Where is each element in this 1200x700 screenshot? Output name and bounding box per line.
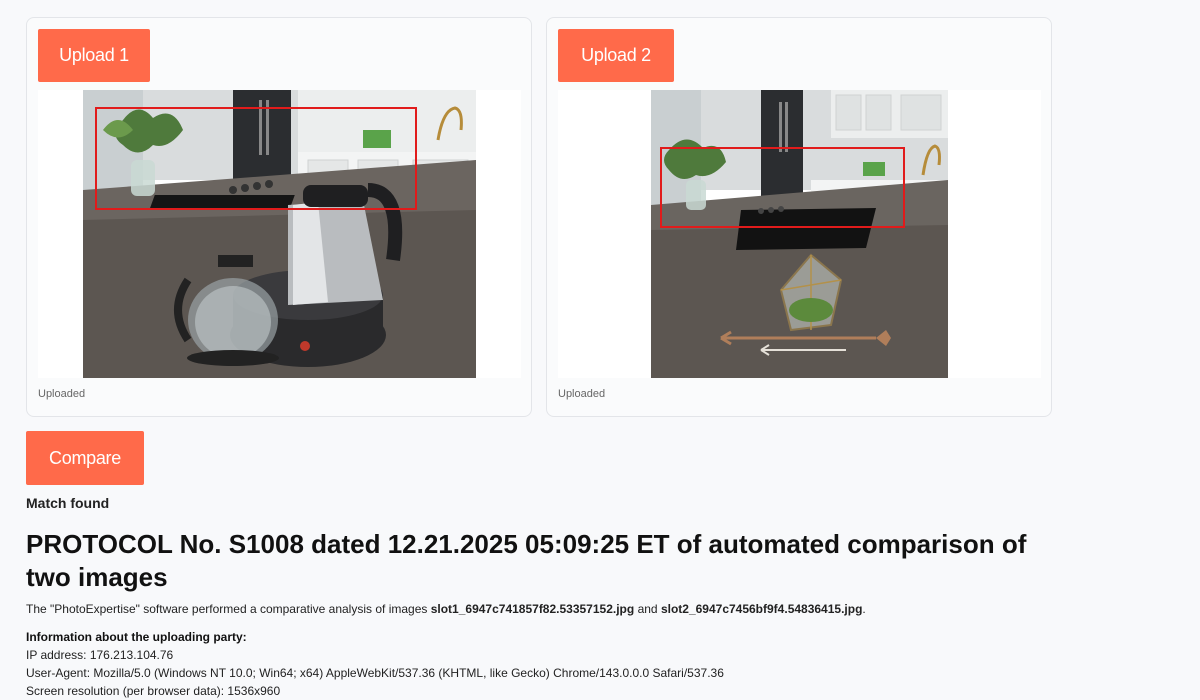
compare-button[interactable]: Compare: [26, 431, 144, 485]
uploaded-photo-2: [651, 90, 948, 378]
upload-2-button[interactable]: Upload 2: [558, 29, 674, 82]
image-preview-1: [38, 90, 521, 378]
upload-status-1: Uploaded: [38, 388, 86, 400]
desc-prefix: The "PhotoExpertise" software performed …: [26, 602, 428, 616]
protocol-title: PROTOCOL No. S1008 dated 12.21.2025 05:0…: [26, 529, 1027, 592]
desc-suffix: .: [862, 602, 866, 616]
image-preview-2: [558, 90, 1041, 378]
ip-address: IP address: 176.213.104.76: [26, 648, 174, 662]
screen-resolution: Screen resolution (per browser data): 15…: [26, 684, 281, 698]
uploader-info-heading: Information about the uploading party:: [26, 630, 247, 644]
protocol-description: The "PhotoExpertise" software performed …: [26, 602, 866, 616]
upload-1-button[interactable]: Upload 1: [38, 29, 150, 82]
user-agent: User-Agent: Mozilla/5.0 (Windows NT 10.0…: [26, 666, 724, 680]
file-name-1: slot1_6947c741857f82.53357152.jpg: [430, 602, 635, 616]
match-result-text: Match found: [26, 495, 110, 511]
upload-status-2: Uploaded: [558, 388, 606, 400]
upload-panel-2: Upload 2 Uploaded: [546, 17, 1052, 417]
desc-and: and: [637, 602, 658, 616]
match-region-2: [660, 147, 905, 228]
file-name-2: slot2_6947c7456bf9f4.54836415.jpg: [660, 602, 863, 616]
match-region-1: [95, 107, 417, 210]
upload-panel-1: Upload 1 Uploaded: [26, 17, 532, 417]
